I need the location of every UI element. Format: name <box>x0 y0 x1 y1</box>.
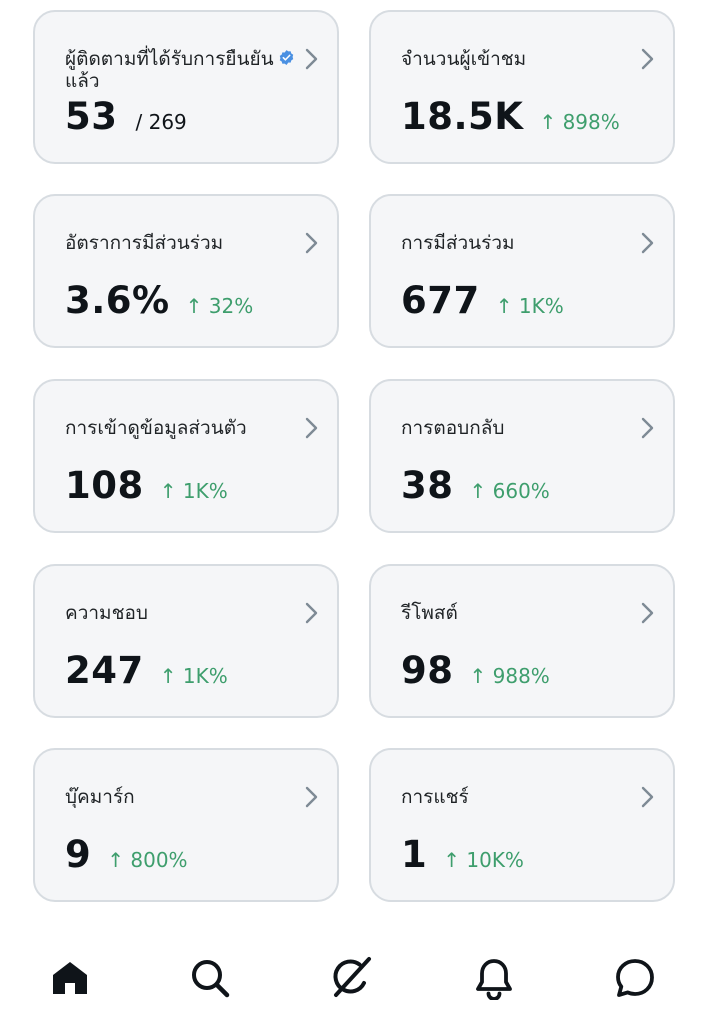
card-profile-visits[interactable]: การเข้าดูข้อมูลส่วนตัว 108 ↑ 1K% <box>33 379 339 533</box>
chevron-right-icon <box>641 232 654 254</box>
tab-search[interactable] <box>180 948 240 1008</box>
tab-messages[interactable] <box>605 948 665 1008</box>
tab-grok[interactable] <box>322 948 382 1008</box>
messages-icon <box>616 959 654 997</box>
card-change: ↑ 1K% <box>159 664 228 688</box>
verified-badge-icon <box>279 50 294 65</box>
card-change: ↑ 1K% <box>159 479 228 503</box>
card-value-row: 9 ↑ 800% <box>65 833 188 876</box>
card-change: ↑ 660% <box>469 479 550 503</box>
card-change: ↑ 898% <box>539 110 620 134</box>
card-change: ↑ 10K% <box>443 848 524 872</box>
card-value-row: 53 / 269 <box>65 95 187 138</box>
card-shares[interactable]: การแชร์ 1 ↑ 10K% <box>369 748 675 902</box>
chevron-right-icon <box>641 48 654 70</box>
card-verified-followers[interactable]: ผู้ติดตามที่ได้รับการยืนยันแล้ว 53 / 269 <box>33 10 339 164</box>
card-label: ผู้ติดตามที่ได้รับการยืนยันแล้ว <box>65 48 274 92</box>
card-value: 98 <box>401 649 454 692</box>
chevron-right-icon <box>305 417 318 439</box>
card-change: ↑ 800% <box>107 848 188 872</box>
card-value: 677 <box>401 279 480 322</box>
card-label: อัตราการมีส่วนร่วม <box>65 232 224 254</box>
card-value-row: 38 ↑ 660% <box>401 464 550 507</box>
chevron-right-icon <box>305 48 318 70</box>
chevron-right-icon <box>641 786 654 808</box>
card-impressions[interactable]: จำนวนผู้เข้าชม 18.5K ↑ 898% <box>369 10 675 164</box>
card-value-row: 98 ↑ 988% <box>401 649 550 692</box>
card-value: 247 <box>65 649 144 692</box>
card-label: การตอบกลับ <box>401 417 505 439</box>
card-label: ความชอบ <box>65 602 148 624</box>
card-value-row: 3.6% ↑ 32% <box>65 279 253 322</box>
card-replies[interactable]: การตอบกลับ 38 ↑ 660% <box>369 379 675 533</box>
card-label: การแชร์ <box>401 786 469 808</box>
card-value-row: 18.5K ↑ 898% <box>401 95 620 138</box>
card-value-row: 1 ↑ 10K% <box>401 833 524 876</box>
notifications-icon <box>476 959 512 1000</box>
card-total: / 269 <box>135 110 187 134</box>
search-icon <box>192 960 230 998</box>
bottom-tab-bar <box>0 930 706 1024</box>
card-value: 9 <box>65 833 92 876</box>
grok-icon <box>333 957 371 997</box>
card-label: รีโพสต์ <box>401 602 458 624</box>
card-bookmarks[interactable]: บุ๊คมาร์ก 9 ↑ 800% <box>33 748 339 902</box>
card-reposts[interactable]: รีโพสต์ 98 ↑ 988% <box>369 564 675 718</box>
card-label: การมีส่วนร่วม <box>401 232 515 254</box>
card-change: ↑ 1K% <box>495 294 564 318</box>
card-value: 108 <box>65 464 144 507</box>
chevron-right-icon <box>305 602 318 624</box>
card-change: ↑ 988% <box>469 664 550 688</box>
tab-home[interactable] <box>40 948 100 1008</box>
tab-notifications[interactable] <box>464 948 524 1008</box>
card-value: 53 <box>65 95 118 138</box>
card-value-row: 677 ↑ 1K% <box>401 279 564 322</box>
card-value: 38 <box>401 464 454 507</box>
chevron-right-icon <box>641 602 654 624</box>
card-value-row: 247 ↑ 1K% <box>65 649 228 692</box>
card-likes[interactable]: ความชอบ 247 ↑ 1K% <box>33 564 339 718</box>
chevron-right-icon <box>641 417 654 439</box>
card-change: ↑ 32% <box>185 294 254 318</box>
card-label: การเข้าดูข้อมูลส่วนตัว <box>65 417 247 439</box>
chevron-right-icon <box>305 232 318 254</box>
card-value: 1 <box>401 833 428 876</box>
card-value: 18.5K <box>401 95 524 138</box>
home-icon <box>53 962 87 994</box>
card-value: 3.6% <box>65 279 170 322</box>
chevron-right-icon <box>305 786 318 808</box>
card-engagements[interactable]: การมีส่วนร่วม 677 ↑ 1K% <box>369 194 675 348</box>
card-engagement-rate[interactable]: อัตราการมีส่วนร่วม 3.6% ↑ 32% <box>33 194 339 348</box>
card-value-row: 108 ↑ 1K% <box>65 464 228 507</box>
card-label: จำนวนผู้เข้าชม <box>401 48 527 70</box>
card-label: บุ๊คมาร์ก <box>65 786 135 808</box>
